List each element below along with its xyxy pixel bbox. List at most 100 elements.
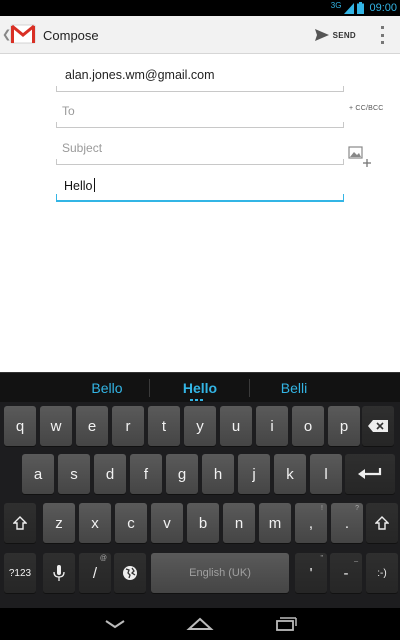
symbols-key[interactable]: ?123 — [4, 553, 36, 593]
key-x[interactable]: x — [79, 503, 111, 543]
suggestion-item[interactable]: Belli — [244, 380, 344, 396]
globe-icon — [123, 566, 137, 580]
dash-key[interactable]: - _ — [330, 553, 362, 593]
key-label: k — [286, 465, 294, 483]
cc-bcc-button[interactable]: + CC/BCC — [349, 105, 383, 112]
key-hint: ! — [321, 505, 323, 512]
language-key[interactable] — [114, 553, 146, 593]
nav-recents-icon[interactable] — [271, 614, 299, 634]
apostrophe-key-label: ' — [309, 564, 313, 582]
action-bar: ❮ Compose SEND — [0, 16, 400, 54]
key-y[interactable]: y — [184, 406, 216, 446]
key-label: u — [231, 417, 241, 435]
key-label: a — [33, 465, 43, 483]
key-v[interactable]: v — [151, 503, 183, 543]
send-label: SEND — [332, 30, 356, 40]
key-a[interactable]: a — [22, 454, 54, 494]
key-r[interactable]: r — [112, 406, 144, 446]
key-w[interactable]: w — [40, 406, 72, 446]
from-account-field[interactable]: alan.jones.wm@gmail.com — [56, 58, 344, 92]
slash-key[interactable]: / @ — [79, 553, 111, 593]
shift-icon — [375, 516, 389, 530]
key-label: l — [324, 465, 328, 483]
send-arrow-icon — [314, 29, 329, 41]
to-field[interactable]: To — [56, 94, 344, 128]
key-c[interactable]: c — [115, 503, 147, 543]
key-label: x — [91, 514, 99, 532]
attach-picture-icon[interactable] — [348, 146, 372, 168]
key-u[interactable]: u — [220, 406, 252, 446]
microphone-key[interactable] — [43, 553, 75, 593]
slash-key-label: / — [92, 564, 98, 582]
backspace-icon — [368, 420, 388, 432]
nav-home-icon[interactable] — [186, 614, 214, 634]
enter-key[interactable] — [345, 454, 395, 494]
smiley-key[interactable]: :-) — [366, 553, 398, 593]
key-o[interactable]: o — [292, 406, 324, 446]
key-label: p — [339, 417, 349, 435]
status-bar: 3G 09:00 — [0, 0, 400, 16]
message-body-field[interactable]: Hello — [56, 168, 344, 202]
compose-form: alan.jones.wm@gmail.com To + CC/BCC Subj… — [0, 54, 400, 372]
key-t[interactable]: t — [148, 406, 180, 446]
key-period[interactable]: .? — [331, 503, 363, 543]
key-label: e — [87, 417, 97, 435]
key-j[interactable]: j — [238, 454, 270, 494]
key-i[interactable]: i — [256, 406, 288, 446]
clock: 09:00 — [369, 2, 397, 14]
key-h[interactable]: h — [202, 454, 234, 494]
overflow-menu-icon[interactable] — [378, 26, 386, 44]
soft-keyboard: Bello Hello Belli q w e r t y u i o p a s d f g h j k l z x c… — [0, 372, 400, 608]
nav-back-icon[interactable] — [101, 614, 129, 634]
key-label: , — [308, 514, 314, 532]
key-label: n — [234, 514, 244, 532]
to-placeholder: To — [62, 104, 75, 118]
shift-icon — [13, 516, 27, 530]
key-label: i — [270, 417, 274, 435]
more-suggestions-indicator — [190, 399, 203, 401]
key-label: j — [252, 465, 256, 483]
key-hint: ? — [355, 505, 359, 512]
key-label: v — [163, 514, 171, 532]
subject-field[interactable]: Subject — [56, 131, 344, 165]
shift-key-left[interactable] — [4, 503, 36, 543]
key-label: h — [213, 465, 223, 483]
key-label: m — [268, 514, 282, 532]
apostrophe-key[interactable]: ' " — [295, 553, 327, 593]
network-type: 3G — [330, 0, 342, 10]
key-p[interactable]: p — [328, 406, 360, 446]
navigation-bar — [0, 608, 400, 640]
gmail-logo[interactable] — [10, 22, 36, 46]
key-l[interactable]: l — [310, 454, 342, 494]
key-g[interactable]: g — [166, 454, 198, 494]
send-button[interactable]: SEND — [314, 25, 356, 45]
key-label: o — [303, 417, 313, 435]
key-b[interactable]: b — [187, 503, 219, 543]
key-comma[interactable]: ,! — [295, 503, 327, 543]
slash-key-hint: @ — [99, 555, 107, 562]
key-q[interactable]: q — [4, 406, 36, 446]
key-z[interactable]: z — [43, 503, 75, 543]
key-label: . — [344, 514, 350, 532]
key-f[interactable]: f — [130, 454, 162, 494]
key-k[interactable]: k — [274, 454, 306, 494]
key-s[interactable]: s — [58, 454, 90, 494]
key-label: w — [50, 417, 62, 435]
key-label: g — [177, 465, 187, 483]
shift-key-right[interactable] — [366, 503, 398, 543]
key-label: d — [105, 465, 115, 483]
suggestion-item-primary[interactable]: Hello — [150, 380, 250, 396]
microphone-icon — [53, 565, 65, 581]
key-label: y — [196, 417, 204, 435]
key-label: c — [127, 514, 135, 532]
backspace-key[interactable] — [362, 406, 394, 446]
apostrophe-key-hint: " — [320, 555, 324, 562]
key-e[interactable]: e — [76, 406, 108, 446]
suggestion-item[interactable]: Bello — [57, 380, 157, 396]
key-d[interactable]: d — [94, 454, 126, 494]
enter-icon — [358, 468, 382, 479]
signal-icon — [344, 2, 355, 14]
space-key[interactable]: English (UK) — [151, 553, 289, 593]
key-n[interactable]: n — [223, 503, 255, 543]
key-m[interactable]: m — [259, 503, 291, 543]
